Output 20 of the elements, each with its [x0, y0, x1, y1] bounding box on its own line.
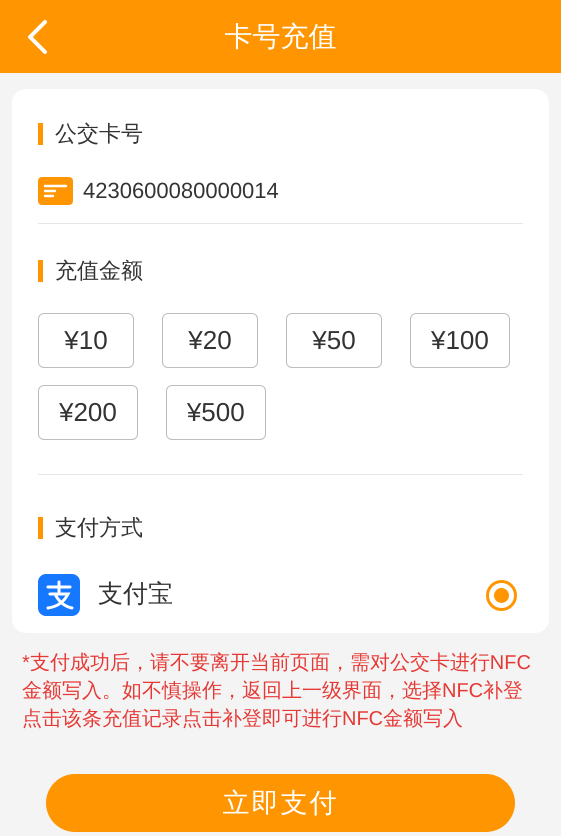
payment-app-icon: [38, 574, 80, 616]
card-number: 4230600080000014: [83, 177, 279, 205]
card-icon: [38, 176, 73, 204]
amount-option[interactable]: ¥200: [38, 385, 138, 440]
amount-option[interactable]: ¥100: [410, 313, 510, 368]
back-icon: [26, 18, 48, 54]
accent-bar: [38, 122, 43, 144]
amount-option[interactable]: ¥10: [38, 313, 134, 368]
section-title: 支付方式: [55, 514, 143, 542]
page-title: 卡号充值: [224, 20, 336, 54]
amount-option[interactable]: ¥50: [286, 313, 382, 368]
payment-method-label: 支付宝: [98, 579, 174, 610]
notice-text: *支付成功后，请不要离开当前页面，需对公交卡进行NFC金额写入。如不慎操作，返回上一级界面，选择NFC补登点击该条充值记录点击补登即可进行NFC金额写入: [22, 651, 532, 732]
amount-option[interactable]: ¥20: [162, 313, 258, 368]
amount-option[interactable]: ¥500: [166, 385, 266, 440]
accent-bar: [38, 516, 43, 538]
section-title: 充值金额: [55, 257, 143, 285]
radio-button[interactable]: [486, 580, 517, 610]
accent-bar: [38, 260, 43, 282]
section-title: 公交卡号: [55, 120, 143, 148]
